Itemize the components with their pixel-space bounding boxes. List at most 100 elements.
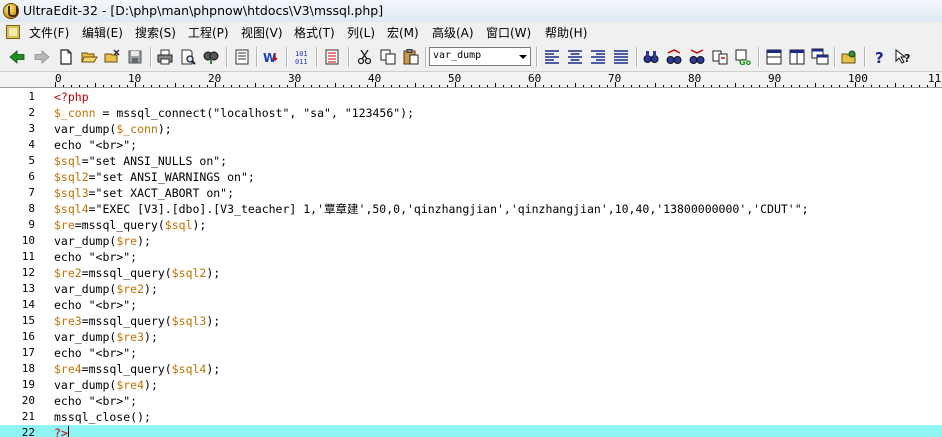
line-numbers-icon[interactable] (323, 48, 341, 66)
code-line[interactable]: 18 $re4=mssql_query($sql4); (0, 361, 942, 377)
page-setup-icon[interactable] (233, 48, 251, 66)
print-preview-icon[interactable] (179, 48, 197, 66)
vertical-split-icon[interactable] (788, 48, 806, 66)
code-line[interactable]: 1 <?php (0, 89, 942, 105)
window-title: UltraEdit-32 - [D:\php\man\phpnow\htdocs… (23, 3, 384, 18)
line-code: $sql3="set XACT_ABORT on"; (54, 185, 234, 201)
code-editor[interactable]: 1 <?php 2 $_conn = mssql_connect("localhost… (0, 88, 942, 437)
menu-file[interactable]: 文件(F) (27, 24, 71, 41)
ruler-tick (559, 85, 560, 87)
code-line[interactable]: 16 var_dump($re3); (0, 329, 942, 345)
code-line[interactable]: 14 echo "<br>"; (0, 297, 942, 313)
chevron-down-icon[interactable] (516, 48, 530, 65)
line-number: 15 (21, 314, 35, 327)
explorer-icon[interactable] (840, 48, 858, 66)
menu-search[interactable]: 搜索(S) (133, 24, 178, 41)
open-folder-icon[interactable] (80, 48, 98, 66)
code-line[interactable]: 15 $re3=mssql_query($sql3); (0, 313, 942, 329)
find-in-files-icon[interactable] (202, 48, 220, 66)
menu-project[interactable]: 工程(P) (186, 24, 231, 41)
context-help-icon[interactable]: ? (894, 48, 912, 66)
code-line[interactable]: 12 $re2=mssql_query($sql2); (0, 265, 942, 281)
line-number: 6 (28, 170, 35, 183)
code-line[interactable]: 19 var_dump($re4); (0, 377, 942, 393)
line-number: 2 (28, 106, 35, 119)
hex-edit-icon[interactable]: 101 011 (293, 48, 311, 66)
code-line[interactable]: 9 $re=mssql_query($sql); (0, 217, 942, 233)
ruler-tick (543, 85, 544, 87)
current-line[interactable]: 22 ?> (0, 425, 942, 437)
menu-edit[interactable]: 编辑(E) (80, 24, 125, 41)
line-number: 18 (21, 362, 35, 375)
code-text: mssql_close(); (54, 410, 151, 424)
menu-macro[interactable]: 宏(M) (385, 24, 421, 41)
code-line[interactable]: 8 $sql4="EXEC [V3].[dbo].[V3_teacher] 1,'… (0, 201, 942, 217)
align-left-icon[interactable] (543, 48, 561, 66)
goto-icon[interactable]: Go (734, 48, 752, 66)
code-line[interactable]: 4 echo "<br>"; (0, 137, 942, 153)
line-number: 1 (28, 90, 35, 103)
code-line[interactable]: 7 $sql3="set XACT_ABORT on"; (0, 185, 942, 201)
code-text: var_dump( (54, 122, 117, 136)
print-icon[interactable] (156, 48, 174, 66)
line-code: $re3=mssql_query($sql3); (54, 313, 220, 329)
horizontal-split-icon[interactable] (765, 48, 783, 66)
code-variable: $sql2 (171, 266, 207, 280)
align-right-icon[interactable] (589, 48, 607, 66)
justify-icon[interactable] (612, 48, 630, 66)
forward-arrow-icon[interactable] (33, 48, 51, 66)
ruler-tick (839, 85, 840, 87)
line-number: 14 (21, 298, 35, 311)
line-code: $re4=mssql_query($sql4); (54, 361, 220, 377)
ruler-tick (903, 85, 904, 87)
ruler-tick (223, 85, 224, 87)
code-line[interactable]: 11 echo "<br>"; (0, 249, 942, 265)
code-line[interactable]: 5 $sql="set ANSI_NULLS on"; (0, 153, 942, 169)
ruler-tick (767, 85, 768, 87)
ruler-tick (311, 85, 312, 87)
code-variable: $re4 (54, 362, 82, 376)
menu-advanced[interactable]: 高级(A) (430, 24, 476, 41)
ruler-tick (599, 85, 600, 87)
ruler-tick (279, 85, 280, 87)
cut-scissors-icon[interactable] (356, 48, 374, 66)
document-menu-icon[interactable] (6, 25, 20, 39)
menu-help[interactable]: 帮助(H) (543, 24, 589, 41)
function-list-combo[interactable]: var_dump (429, 47, 531, 66)
ultraedit-app-icon[interactable] (3, 3, 19, 19)
new-file-icon[interactable] (57, 48, 75, 66)
code-line[interactable]: 13 var_dump($re2); (0, 281, 942, 297)
word-wrap-icon[interactable]: W (262, 48, 280, 66)
code-line[interactable]: 2 $_conn = mssql_connect("localhost", "sa… (0, 105, 942, 121)
code-line[interactable]: 3 var_dump($_conn); (0, 121, 942, 137)
code-line[interactable]: 6 $sql2="set ANSI_WARNINGS on"; (0, 169, 942, 185)
menu-column[interactable]: 列(L) (345, 24, 377, 41)
replace-icon[interactable] (711, 48, 729, 66)
toolbar-separator (425, 47, 427, 67)
paste-clipboard-icon[interactable] (402, 48, 420, 66)
close-file-icon[interactable] (103, 48, 121, 66)
find-previous-icon[interactable] (688, 48, 706, 66)
menu-view[interactable]: 视图(V) (239, 24, 285, 41)
align-center-icon[interactable] (566, 48, 584, 66)
back-arrow-icon[interactable] (8, 48, 26, 66)
ruler-label: 90 (768, 72, 782, 85)
menu-format[interactable]: 格式(T) (292, 24, 337, 41)
ruler-label: 110 (928, 72, 942, 85)
code-line[interactable]: 20 echo "<br>"; (0, 393, 942, 409)
code-text: =mssql_query( (81, 362, 172, 376)
svg-text:101: 101 (295, 50, 308, 58)
code-variable: $re (54, 218, 75, 232)
ruler-tick (911, 85, 912, 87)
code-php-tag: <?php (54, 90, 89, 104)
code-line[interactable]: 10 var_dump($re); (0, 233, 942, 249)
code-line[interactable]: 17 echo "<br>"; (0, 345, 942, 361)
find-next-icon[interactable] (665, 48, 683, 66)
save-disk-icon[interactable] (126, 48, 144, 66)
help-question-icon[interactable]: ? (871, 48, 889, 66)
code-line[interactable]: 21 mssql_close(); (0, 409, 942, 425)
cascade-windows-icon[interactable] (811, 48, 829, 66)
menu-window[interactable]: 窗口(W) (484, 24, 533, 41)
find-icon[interactable] (642, 48, 660, 66)
copy-icon[interactable] (379, 48, 397, 66)
